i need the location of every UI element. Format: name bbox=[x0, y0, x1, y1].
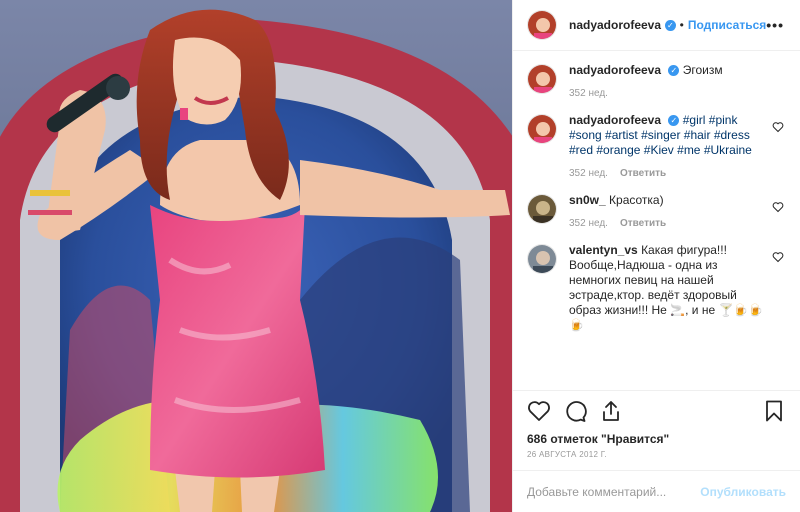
comment-content: Красотка) bbox=[609, 193, 664, 207]
hashtag-link[interactable]: #singer bbox=[641, 128, 680, 142]
comment-time[interactable]: 352 нед. bbox=[569, 218, 608, 229]
hashtag-link[interactable]: #Kiev bbox=[644, 143, 674, 157]
publish-button[interactable]: Опубликовать bbox=[700, 485, 786, 499]
comment-avatar[interactable] bbox=[527, 194, 557, 224]
caption-comment: nadyadorofeeva ✓ Эгоизм 352 нед. bbox=[527, 63, 784, 99]
comment-avatar[interactable] bbox=[527, 114, 557, 144]
comment-content: Эгоизм bbox=[682, 63, 723, 77]
post-date[interactable]: 26 АВГУСТА 2012 Г. bbox=[513, 448, 800, 470]
comment-avatar[interactable] bbox=[527, 244, 557, 274]
hashtag-link[interactable]: #Ukraine bbox=[704, 143, 752, 157]
avatar-image bbox=[528, 195, 556, 223]
separator-dot: • bbox=[679, 18, 684, 32]
avatar-image bbox=[528, 65, 556, 93]
post-photo[interactable] bbox=[0, 0, 512, 512]
share-icon[interactable] bbox=[599, 399, 623, 423]
comment-meta: 352 нед. Ответить bbox=[569, 168, 764, 179]
comment-item: valentyn_vs Какая фигура!!! Вообще,Надюш… bbox=[527, 243, 784, 333]
heart-icon[interactable] bbox=[527, 399, 551, 423]
hashtag-link[interactable]: #girl bbox=[683, 113, 706, 127]
instagram-post: nadyadorofeeva ✓ • Подписаться ••• nadya… bbox=[0, 0, 800, 512]
post-header: nadyadorofeeva ✓ • Подписаться ••• bbox=[513, 0, 800, 51]
add-comment-input[interactable] bbox=[527, 484, 701, 499]
comment-body: sn0w_ Красотка) 352 нед. Ответить bbox=[569, 193, 784, 229]
comment-text: valentyn_vs Какая фигура!!! Вообще,Надюш… bbox=[569, 243, 764, 333]
more-options-icon[interactable]: ••• bbox=[766, 17, 784, 33]
add-comment-bar: Опубликовать bbox=[513, 470, 800, 512]
comment-time[interactable]: 352 нед. bbox=[569, 168, 608, 179]
comment-item: sn0w_ Красотка) 352 нед. Ответить bbox=[527, 193, 784, 229]
post-actions bbox=[513, 390, 800, 430]
comment-username[interactable]: valentyn_vs bbox=[569, 243, 638, 257]
follow-button[interactable]: Подписаться bbox=[688, 18, 766, 32]
comment-time[interactable]: 352 нед. bbox=[569, 88, 608, 99]
comment-meta: 352 нед. bbox=[569, 88, 764, 99]
comment-meta: 352 нед. Ответить bbox=[569, 218, 764, 229]
like-comment-heart-icon[interactable] bbox=[772, 251, 784, 263]
likes-count[interactable]: 686 отметок "Нравится" bbox=[513, 430, 800, 448]
reply-button[interactable]: Ответить bbox=[620, 218, 666, 229]
post-sidebar: nadyadorofeeva ✓ • Подписаться ••• nadya… bbox=[512, 0, 800, 512]
hashtag-link[interactable]: #red bbox=[569, 143, 593, 157]
hashtag-link[interactable]: #orange bbox=[596, 143, 640, 157]
verified-badge-icon: ✓ bbox=[665, 19, 676, 31]
comment-text: sn0w_ Красотка) bbox=[569, 193, 764, 208]
avatar-image bbox=[528, 115, 556, 143]
hashtag-link[interactable]: #pink bbox=[709, 113, 738, 127]
reply-button[interactable]: Ответить bbox=[620, 168, 666, 179]
singer-photo-illustration bbox=[0, 0, 512, 512]
comment-username[interactable]: nadyadorofeeva bbox=[569, 113, 661, 127]
verified-badge-icon: ✓ bbox=[668, 65, 680, 77]
hashtag-link[interactable]: #dress bbox=[714, 128, 750, 142]
hashtag-link[interactable]: #me bbox=[677, 143, 700, 157]
hashtag-link[interactable]: #song bbox=[569, 128, 602, 142]
comment-body: valentyn_vs Какая фигура!!! Вообще,Надюш… bbox=[569, 243, 784, 333]
comment-username[interactable]: sn0w_ bbox=[569, 193, 606, 207]
author-username[interactable]: nadyadorofeeva bbox=[569, 18, 661, 32]
comment-username[interactable]: nadyadorofeeva bbox=[569, 63, 661, 77]
comment-text: nadyadorofeeva ✓ Эгоизм bbox=[569, 63, 764, 78]
like-comment-heart-icon[interactable] bbox=[772, 201, 784, 213]
verified-badge-icon: ✓ bbox=[668, 115, 680, 127]
avatar-image bbox=[528, 11, 556, 39]
comment-avatar[interactable] bbox=[527, 64, 557, 94]
comment-body: nadyadorofeeva ✓ #girl #pink #song #arti… bbox=[569, 113, 784, 179]
bookmark-icon[interactable] bbox=[762, 399, 786, 423]
hashtag-link[interactable]: #hair bbox=[684, 128, 711, 142]
comment-icon[interactable] bbox=[563, 399, 587, 423]
author-avatar[interactable] bbox=[527, 10, 557, 40]
avatar-image bbox=[528, 245, 556, 273]
hashtag-link[interactable]: #artist bbox=[605, 128, 638, 142]
comments-list: nadyadorofeeva ✓ Эгоизм 352 нед. nadyado… bbox=[513, 51, 800, 390]
like-comment-heart-icon[interactable] bbox=[772, 121, 784, 133]
comment-text: nadyadorofeeva ✓ #girl #pink #song #arti… bbox=[569, 113, 764, 158]
comment-body: nadyadorofeeva ✓ Эгоизм 352 нед. bbox=[569, 63, 784, 99]
hashtags-comment: nadyadorofeeva ✓ #girl #pink #song #arti… bbox=[527, 113, 784, 179]
